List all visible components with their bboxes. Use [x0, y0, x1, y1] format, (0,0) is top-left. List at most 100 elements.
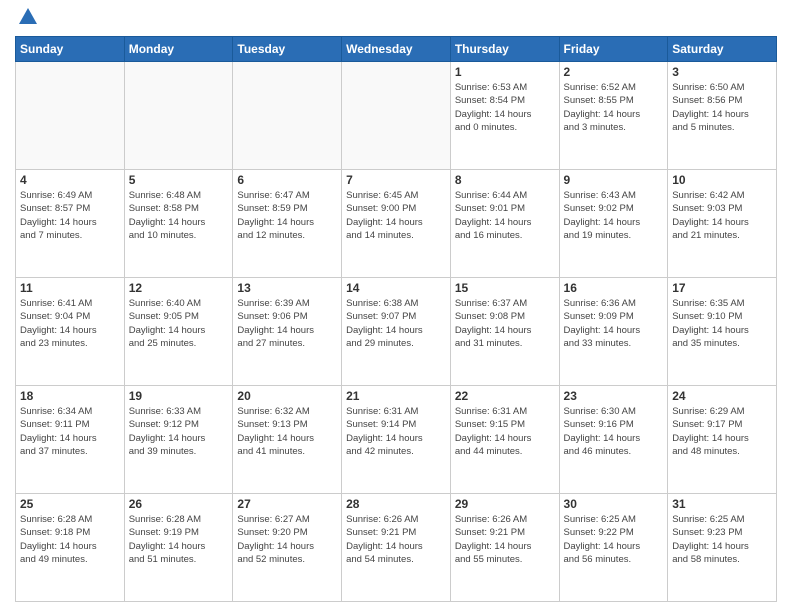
day-number: 30 — [564, 497, 664, 511]
calendar-cell — [16, 62, 125, 170]
calendar-cell: 30 Sunrise: 6:25 AM Sunset: 9:22 PM Dayli… — [559, 494, 668, 602]
calendar-cell: 4 Sunrise: 6:49 AM Sunset: 8:57 PM Daylig… — [16, 170, 125, 278]
day-info: Sunrise: 6:38 AM Sunset: 9:07 PM Dayligh… — [346, 297, 446, 350]
calendar-cell: 5 Sunrise: 6:48 AM Sunset: 8:58 PM Daylig… — [124, 170, 233, 278]
day-info: Sunrise: 6:52 AM Sunset: 8:55 PM Dayligh… — [564, 81, 664, 134]
day-number: 16 — [564, 281, 664, 295]
calendar-cell: 9 Sunrise: 6:43 AM Sunset: 9:02 PM Daylig… — [559, 170, 668, 278]
calendar-cell: 27 Sunrise: 6:27 AM Sunset: 9:20 PM Dayli… — [233, 494, 342, 602]
weekday-header-wednesday: Wednesday — [342, 37, 451, 62]
day-number: 29 — [455, 497, 555, 511]
weekday-header-monday: Monday — [124, 37, 233, 62]
calendar: SundayMondayTuesdayWednesdayThursdayFrid… — [15, 36, 777, 602]
logo-icon — [17, 6, 39, 28]
calendar-cell: 12 Sunrise: 6:40 AM Sunset: 9:05 PM Dayli… — [124, 278, 233, 386]
calendar-cell: 22 Sunrise: 6:31 AM Sunset: 9:15 PM Dayli… — [450, 386, 559, 494]
week-row-0: 1 Sunrise: 6:53 AM Sunset: 8:54 PM Daylig… — [16, 62, 777, 170]
day-number: 14 — [346, 281, 446, 295]
day-number: 8 — [455, 173, 555, 187]
calendar-cell: 26 Sunrise: 6:28 AM Sunset: 9:19 PM Dayli… — [124, 494, 233, 602]
day-number: 20 — [237, 389, 337, 403]
day-info: Sunrise: 6:44 AM Sunset: 9:01 PM Dayligh… — [455, 189, 555, 242]
day-info: Sunrise: 6:28 AM Sunset: 9:19 PM Dayligh… — [129, 513, 229, 566]
calendar-cell: 2 Sunrise: 6:52 AM Sunset: 8:55 PM Daylig… — [559, 62, 668, 170]
calendar-cell: 20 Sunrise: 6:32 AM Sunset: 9:13 PM Dayli… — [233, 386, 342, 494]
day-number: 31 — [672, 497, 772, 511]
day-number: 24 — [672, 389, 772, 403]
day-number: 23 — [564, 389, 664, 403]
day-info: Sunrise: 6:25 AM Sunset: 9:22 PM Dayligh… — [564, 513, 664, 566]
day-info: Sunrise: 6:43 AM Sunset: 9:02 PM Dayligh… — [564, 189, 664, 242]
calendar-cell: 17 Sunrise: 6:35 AM Sunset: 9:10 PM Dayli… — [668, 278, 777, 386]
calendar-cell: 25Sunrise: 6:28 AM Sunset: 9:18 PM Dayli… — [16, 494, 125, 602]
day-info: Sunrise: 6:34 AM Sunset: 9:11 PM Dayligh… — [20, 405, 120, 458]
day-info: Sunrise: 6:40 AM Sunset: 9:05 PM Dayligh… — [129, 297, 229, 350]
logo — [15, 10, 39, 28]
day-info: Sunrise: 6:31 AM Sunset: 9:14 PM Dayligh… — [346, 405, 446, 458]
day-number: 9 — [564, 173, 664, 187]
day-number: 4 — [20, 173, 120, 187]
day-number: 18 — [20, 389, 120, 403]
day-number: 28 — [346, 497, 446, 511]
day-info: Sunrise: 6:48 AM Sunset: 8:58 PM Dayligh… — [129, 189, 229, 242]
day-number: 7 — [346, 173, 446, 187]
day-info: Sunrise: 6:33 AM Sunset: 9:12 PM Dayligh… — [129, 405, 229, 458]
calendar-cell: 15Sunrise: 6:37 AM Sunset: 9:08 PM Dayli… — [450, 278, 559, 386]
calendar-cell: 6 Sunrise: 6:47 AM Sunset: 8:59 PM Daylig… — [233, 170, 342, 278]
day-number: 15 — [455, 281, 555, 295]
day-number: 1 — [455, 65, 555, 79]
calendar-cell — [233, 62, 342, 170]
day-info: Sunrise: 6:30 AM Sunset: 9:16 PM Dayligh… — [564, 405, 664, 458]
day-info: Sunrise: 6:45 AM Sunset: 9:00 PM Dayligh… — [346, 189, 446, 242]
calendar-cell: 19 Sunrise: 6:33 AM Sunset: 9:12 PM Dayli… — [124, 386, 233, 494]
calendar-cell: 18 Sunrise: 6:34 AM Sunset: 9:11 PM Dayli… — [16, 386, 125, 494]
weekday-header-sunday: Sunday — [16, 37, 125, 62]
day-number: 17 — [672, 281, 772, 295]
day-number: 22 — [455, 389, 555, 403]
day-info: Sunrise: 6:25 AM Sunset: 9:23 PM Dayligh… — [672, 513, 772, 566]
day-number: 6 — [237, 173, 337, 187]
calendar-cell: 3Sunrise: 6:50 AM Sunset: 8:56 PM Daylig… — [668, 62, 777, 170]
day-info: Sunrise: 6:41 AM Sunset: 9:04 PM Dayligh… — [20, 297, 120, 350]
day-number: 26 — [129, 497, 229, 511]
day-number: 11 — [20, 281, 120, 295]
day-info: Sunrise: 6:28 AM Sunset: 9:18 PM Dayligh… — [20, 513, 120, 566]
header — [15, 10, 777, 28]
calendar-cell: 28 Sunrise: 6:26 AM Sunset: 9:21 PM Dayli… — [342, 494, 451, 602]
week-row-3: 18 Sunrise: 6:34 AM Sunset: 9:11 PM Dayli… — [16, 386, 777, 494]
day-info: Sunrise: 6:47 AM Sunset: 8:59 PM Dayligh… — [237, 189, 337, 242]
day-info: Sunrise: 6:53 AM Sunset: 8:54 PM Dayligh… — [455, 81, 555, 134]
day-info: Sunrise: 6:50 AM Sunset: 8:56 PM Dayligh… — [672, 81, 772, 134]
weekday-header-thursday: Thursday — [450, 37, 559, 62]
day-number: 10 — [672, 173, 772, 187]
day-info: Sunrise: 6:27 AM Sunset: 9:20 PM Dayligh… — [237, 513, 337, 566]
day-info: Sunrise: 6:36 AM Sunset: 9:09 PM Dayligh… — [564, 297, 664, 350]
calendar-cell: 21 Sunrise: 6:31 AM Sunset: 9:14 PM Dayli… — [342, 386, 451, 494]
weekday-header-tuesday: Tuesday — [233, 37, 342, 62]
day-number: 19 — [129, 389, 229, 403]
day-number: 21 — [346, 389, 446, 403]
day-info: Sunrise: 6:26 AM Sunset: 9:21 PM Dayligh… — [346, 513, 446, 566]
calendar-cell: 11 Sunrise: 6:41 AM Sunset: 9:04 PM Dayli… — [16, 278, 125, 386]
day-number: 2 — [564, 65, 664, 79]
calendar-cell: 29 Sunrise: 6:26 AM Sunset: 9:21 PM Dayli… — [450, 494, 559, 602]
calendar-cell: 24Sunrise: 6:29 AM Sunset: 9:17 PM Dayli… — [668, 386, 777, 494]
calendar-cell — [342, 62, 451, 170]
week-row-4: 25Sunrise: 6:28 AM Sunset: 9:18 PM Dayli… — [16, 494, 777, 602]
day-info: Sunrise: 6:26 AM Sunset: 9:21 PM Dayligh… — [455, 513, 555, 566]
day-info: Sunrise: 6:31 AM Sunset: 9:15 PM Dayligh… — [455, 405, 555, 458]
calendar-cell: 14 Sunrise: 6:38 AM Sunset: 9:07 PM Dayli… — [342, 278, 451, 386]
weekday-header-friday: Friday — [559, 37, 668, 62]
day-number: 5 — [129, 173, 229, 187]
day-number: 12 — [129, 281, 229, 295]
day-info: Sunrise: 6:42 AM Sunset: 9:03 PM Dayligh… — [672, 189, 772, 242]
week-row-1: 4 Sunrise: 6:49 AM Sunset: 8:57 PM Daylig… — [16, 170, 777, 278]
calendar-cell: 23 Sunrise: 6:30 AM Sunset: 9:16 PM Dayli… — [559, 386, 668, 494]
calendar-cell: 10 Sunrise: 6:42 AM Sunset: 9:03 PM Dayli… — [668, 170, 777, 278]
day-info: Sunrise: 6:35 AM Sunset: 9:10 PM Dayligh… — [672, 297, 772, 350]
day-info: Sunrise: 6:49 AM Sunset: 8:57 PM Dayligh… — [20, 189, 120, 242]
calendar-cell: 16 Sunrise: 6:36 AM Sunset: 9:09 PM Dayli… — [559, 278, 668, 386]
weekday-header-row: SundayMondayTuesdayWednesdayThursdayFrid… — [16, 37, 777, 62]
day-number: 27 — [237, 497, 337, 511]
day-info: Sunrise: 6:32 AM Sunset: 9:13 PM Dayligh… — [237, 405, 337, 458]
